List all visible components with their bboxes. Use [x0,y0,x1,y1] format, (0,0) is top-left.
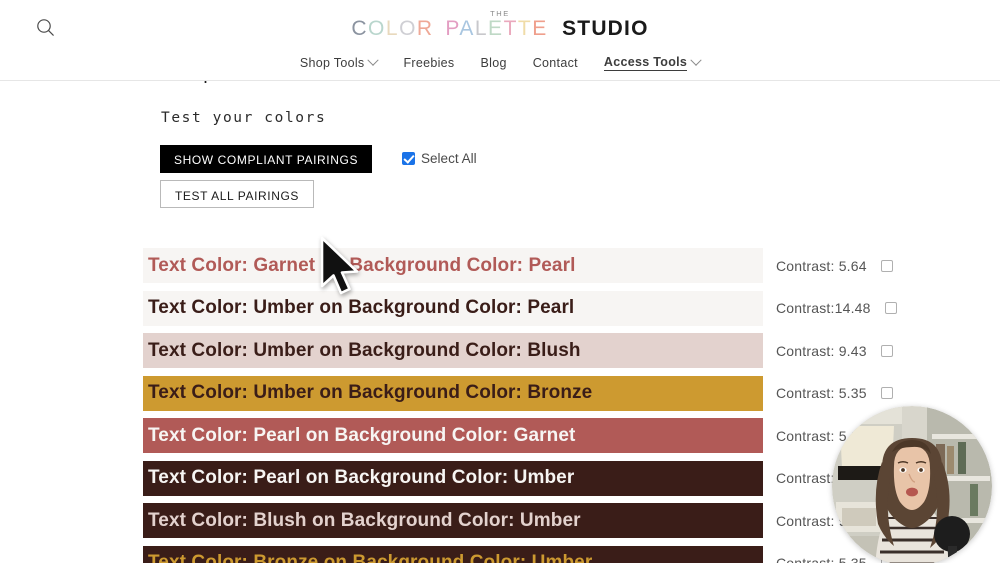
pairing-swatch: Text Color: Garnet on Background Color: … [143,248,763,283]
pairing-swatch: Text Color: Pearl on Background Color: G… [143,418,763,453]
logo-letter: P [445,17,460,40]
nav-item-label: Freebies [403,56,455,70]
logo-studio-word: STUDIO [562,17,649,40]
pairing-row[interactable]: Text Color: Bronze on Background Color: … [0,545,1000,563]
pairing-meta: Contrast:14.48 [776,300,897,316]
nav-item-freebies[interactable]: Freebies [403,54,454,72]
pairing-checkbox[interactable] [880,344,893,357]
pairing-checkbox[interactable] [880,259,893,272]
logo-letter: T [517,17,533,40]
logo-letter: E [532,17,548,40]
chevron-down-icon [367,54,380,66]
select-all-control[interactable]: Select All [402,151,477,166]
logo-letter: T [503,17,518,40]
step-subheading: Test your colors [161,110,327,126]
contrast-value: Contrast: 5.64 [776,257,867,274]
logo-letter: A [459,17,475,40]
logo-letter: C [351,17,369,40]
site-logo[interactable]: THE COLOR PALETTE STUDIO [0,9,1000,41]
nav-item-label: Shop Tools [299,56,365,70]
pairing-label: Text Color: Pearl on Background Color: G… [148,424,576,446]
pairing-label: Text Color: Blush on Background Color: U… [148,509,581,531]
presenter-webcam-overlay [832,406,992,563]
nav-item-label: Access Tools [603,55,688,71]
site-header: THE COLOR PALETTE STUDIO Shop Tools Freeb… [0,0,1000,81]
page-root: Text Color: Garnet on Background Color: … [0,0,1000,563]
logo-letter: L [474,17,489,40]
contrast-value: Contrast: 5.35 [776,555,867,563]
main-navigation: Shop Tools Freebies Blog Contact Access Tool… [0,53,1000,73]
pairing-meta: Contrast: 9.43 [776,343,893,359]
pairing-label: Text Color: Umber on Background Color: B… [148,382,593,403]
pairing-swatch: Text Color: Bronze on Background Color: … [143,545,763,563]
pairing-swatch: Text Color: Umber on Background Color: B… [143,333,763,368]
nav-item-access-tools[interactable]: Access Tools [603,53,702,73]
test-all-pairings-button[interactable]: TEST ALL PAIRINGS [160,180,315,208]
pairing-row[interactable]: Text Color: Garnet on Background Color: … [0,248,1000,283]
action-button-row: SHOW COMPLIANT PAIRINGS Select All [160,145,477,173]
nav-item-contact[interactable]: Contact [533,54,578,72]
logo-letter: E [488,17,504,40]
logo-letter: O [399,17,417,40]
select-all-label: Select All [421,151,477,166]
pairing-row[interactable]: Text Color: Umber on Background Color: B… [0,375,1000,411]
pairing-row[interactable]: Text Color: Umber on Background Color: B… [0,333,1000,368]
pairing-label: Text Color: Pearl on Background Color: U… [148,467,575,488]
show-compliant-pairings-button[interactable]: SHOW COMPLIANT PAIRINGS [160,145,373,173]
chevron-down-icon [690,54,702,66]
logo-letter: L [385,17,400,40]
pairing-label: Text Color: Garnet on Background Color: … [148,254,576,276]
webcam-video-frame [832,406,992,563]
pairing-swatch: Text Color: Blush on Background Color: U… [143,503,763,538]
pairing-swatch: Text Color: Umber on Background Color: B… [143,375,763,411]
pairing-meta: Contrast: 5.64 [776,258,893,274]
logo-letter: O [368,17,386,40]
pairing-meta: Contrast: 5.35 [776,385,893,401]
pairing-label: Text Color: Umber on Background Color: B… [148,339,581,361]
pairing-swatch: Text Color: Pearl on Background Color: U… [143,460,763,496]
contrast-value: Contrast: 9.43 [776,342,867,359]
pairing-row[interactable]: Text Color: Umber on Background Color: P… [0,290,1000,326]
nav-item-label: Contact [532,56,578,70]
pairing-checkbox[interactable] [880,387,893,399]
nav-item-blog[interactable]: Blog [481,54,507,72]
pairing-swatch: Text Color: Umber on Background Color: P… [143,290,763,326]
contrast-value: Contrast:14.48 [776,300,871,316]
contrast-value: Contrast: 5.35 [776,385,867,401]
select-all-checkbox[interactable] [402,152,416,165]
logo-color-word: COLOR [351,17,441,40]
pairing-label: Text Color: Bronze on Background Color: … [148,552,593,563]
pairing-label: Text Color: Umber on Background Color: P… [148,297,575,318]
logo-letter: R [416,17,434,40]
pairing-checkbox[interactable] [884,302,897,314]
nav-item-label: Blog [480,56,507,70]
nav-item-shop-tools[interactable]: Shop Tools [299,54,380,72]
logo-palette-word: PALETTE [445,17,555,40]
